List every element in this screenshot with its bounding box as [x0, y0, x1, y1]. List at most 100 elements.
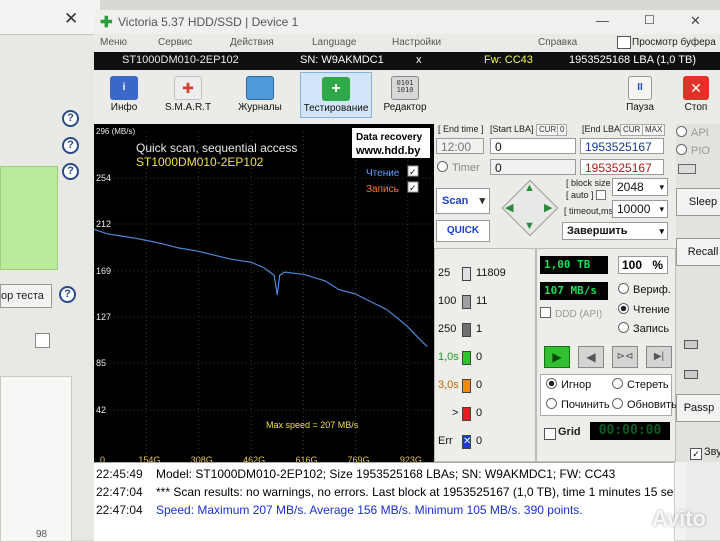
close-icon[interactable]: ✕ — [690, 13, 701, 29]
end-cur-button[interactable]: CUR — [620, 124, 644, 136]
stop-button[interactable]: ✕ Стоп — [678, 76, 714, 118]
sound-label: Зву — [704, 446, 720, 458]
arrow-up-icon[interactable]: ▲ — [524, 182, 535, 194]
passport-button[interactable]: Passp — [676, 394, 720, 422]
start-cur-button[interactable]: CUR — [536, 124, 560, 136]
end-lba-field-2[interactable]: 1953525167 — [580, 159, 664, 175]
ignore-radio[interactable]: Игнор — [546, 378, 591, 391]
pause-button[interactable]: II Пауза — [620, 76, 660, 118]
play-button[interactable]: ▶ — [544, 346, 570, 368]
close-icon[interactable]: ✕ — [64, 9, 78, 29]
y-tick-label: 127 — [96, 312, 111, 322]
block-label: 100 — [438, 295, 457, 307]
fix-radio[interactable]: Починить — [546, 398, 610, 411]
back-button[interactable]: ◀ — [578, 346, 604, 368]
help-icon[interactable]: ? — [62, 110, 79, 127]
end-button[interactable]: ▶| — [646, 346, 672, 368]
minimize-icon[interactable]: — — [596, 13, 609, 28]
indicator — [684, 370, 698, 379]
device-close[interactable]: x — [416, 54, 422, 66]
pause-icon: II — [628, 76, 652, 100]
start-zero-button[interactable]: 0 — [557, 124, 568, 136]
finish-select[interactable]: Завершить ▾ — [562, 222, 668, 240]
device-serial: SN: W9AKMDC1 — [300, 54, 384, 66]
quick-button[interactable]: QUICK — [436, 220, 490, 242]
elapsed-clock: 00:00:00 — [590, 422, 670, 440]
testing-button[interactable]: + Тестирование — [300, 72, 372, 118]
sound-checkbox[interactable]: ✓ — [690, 448, 702, 460]
sleep-button[interactable]: Sleep — [676, 188, 720, 216]
block-color-icon — [462, 407, 471, 421]
journals-button[interactable]: Журналы — [232, 76, 288, 118]
start-lba-field-2[interactable]: 0 — [490, 159, 576, 175]
grid-checkbox[interactable] — [544, 428, 556, 440]
menu-item[interactable]: Справка — [538, 37, 577, 48]
maximize-icon[interactable]: ☐ — [644, 13, 655, 27]
log-row: 22:47:04 Speed: Maximum 207 MB/s. Average… — [96, 503, 583, 517]
check-icon: ✓ — [409, 167, 417, 177]
editor-button[interactable]: 0101 1010 Редактор — [380, 76, 430, 118]
avito-watermark: Avito — [652, 506, 706, 532]
victoria-window: ✚ Victoria 5.37 HDD/SSD | Device 1 — ☐ ✕… — [94, 10, 720, 541]
y-tick-label: 169 — [96, 266, 111, 276]
end-max-button[interactable]: MAX — [642, 124, 666, 136]
block-label: 1,0s — [438, 351, 459, 363]
api-radio[interactable]: API — [676, 126, 709, 139]
ad-line-2: www.hdd.by — [355, 145, 421, 157]
auto-checkbox[interactable] — [596, 190, 606, 200]
buffer-icon — [617, 36, 631, 49]
background-window: ✕ ? ? ? ор теста ? 98 — [0, 0, 100, 542]
menu-item[interactable]: Настройки — [392, 37, 441, 48]
recall-button[interactable]: Recall — [676, 238, 720, 266]
end-lba-field[interactable]: 1953525167 — [580, 138, 664, 154]
skip-button[interactable]: ⊳⊲ — [612, 346, 638, 368]
block-count: 0 — [476, 435, 483, 447]
device-lba: 1953525168 LBA (1,0 TB) — [569, 54, 697, 66]
info-button[interactable]: i Инфо — [102, 76, 146, 118]
timeout-select[interactable]: 10000 ▾ — [612, 200, 668, 218]
editor-icon: 0101 1010 — [391, 76, 419, 100]
block-label: 3,0s — [438, 379, 459, 391]
ddd-api-checkbox[interactable]: DDD (API) — [540, 307, 602, 320]
block-label: > — [452, 407, 459, 419]
graph-title: Quick scan, sequential access — [136, 141, 297, 155]
arrow-right-icon[interactable]: ▶ — [544, 201, 552, 214]
start-lba-field[interactable]: 0 — [490, 138, 576, 154]
help-icon[interactable]: ? — [62, 137, 79, 154]
verify-radio[interactable]: Вериф. — [618, 283, 671, 296]
erase-radio[interactable]: Стереть — [612, 378, 669, 391]
status-panel — [0, 166, 58, 270]
block-size-select[interactable]: 2048 ▾ — [612, 178, 668, 196]
watermark-text: Avito — [651, 506, 706, 531]
y-tick-label: 85 — [96, 358, 106, 368]
end-time-field[interactable]: 12:00 — [436, 138, 484, 154]
percent-display: 100% — [618, 256, 668, 274]
refresh-radio[interactable]: Обновить — [612, 398, 677, 411]
help-icon[interactable]: ? — [59, 286, 76, 303]
log-panel: 22:45:49 Model: ST1000DM010-2EP102; Size … — [94, 462, 683, 541]
auto-label: [ auto ] — [566, 190, 594, 200]
pio-radio[interactable]: PIO — [676, 144, 710, 157]
arrow-left-icon[interactable]: ◀ — [505, 201, 513, 214]
buffer-view-menu[interactable]: Просмотр буфера — [632, 37, 716, 48]
device-firmware: Fw: CC43 — [484, 54, 533, 66]
y-tick-label: 254 — [96, 173, 111, 183]
menu-item[interactable]: Сервис — [158, 37, 192, 48]
direction-pad[interactable]: ▲ ▼ ◀ ▶ — [501, 179, 559, 237]
timer-radio[interactable]: Timer — [437, 161, 480, 174]
scan-button[interactable]: Scan ▾ — [436, 188, 490, 214]
checkbox[interactable] — [35, 333, 50, 348]
block-label: Err — [438, 435, 453, 447]
write-radio[interactable]: Запись — [618, 322, 669, 335]
menu-item[interactable]: Действия — [230, 37, 274, 48]
menu-item[interactable]: Меню — [100, 37, 127, 48]
arrow-down-icon[interactable]: ▼ — [524, 220, 535, 232]
smart-button[interactable]: ✚ S.M.A.R.T — [158, 76, 218, 118]
menu-item[interactable]: Language — [312, 37, 357, 48]
read-radio[interactable]: Чтение — [618, 303, 670, 316]
block-count: 0 — [476, 407, 483, 419]
block-color-icon — [462, 379, 471, 393]
title-bar: ✚ Victoria 5.37 HDD/SSD | Device 1 — ☐ ✕ — [94, 10, 720, 34]
help-icon[interactable]: ? — [62, 163, 79, 180]
test-button[interactable]: ор теста — [0, 284, 52, 308]
